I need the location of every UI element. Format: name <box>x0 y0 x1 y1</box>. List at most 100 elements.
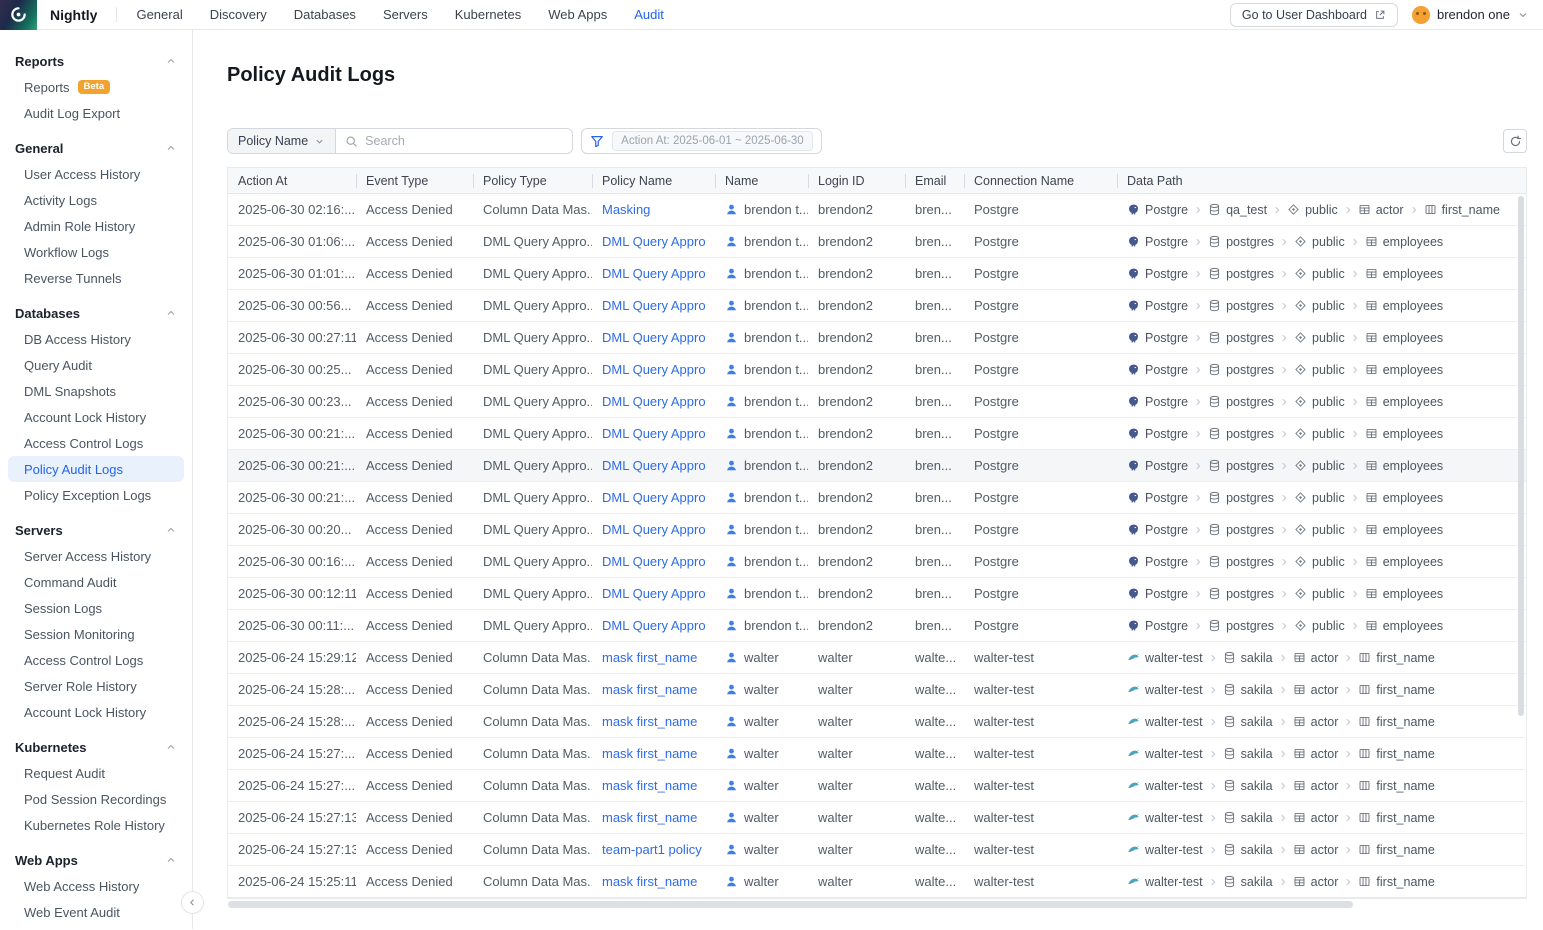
sidebar-section-header-kubernetes[interactable]: Kubernetes <box>0 734 192 760</box>
sidebar-item-workflow-logs[interactable]: Workflow Logs <box>8 239 184 265</box>
sidebar-item-reports[interactable]: Reports Beta <box>8 74 184 100</box>
policy-name-link[interactable]: mask first_name <box>602 650 697 665</box>
table-row[interactable]: 2025-06-24 15:25:11 Access Denied Column… <box>228 866 1526 898</box>
nav-servers[interactable]: Servers <box>383 7 428 22</box>
sidebar-item-command-audit[interactable]: Command Audit <box>8 569 184 595</box>
policy-name-link[interactable]: DML Query Appro... <box>602 618 705 633</box>
refresh-button[interactable] <box>1503 129 1527 153</box>
nav-audit[interactable]: Audit <box>634 7 664 22</box>
policy-name-link[interactable]: Masking <box>602 202 650 217</box>
sidebar-item-session-monitoring[interactable]: Session Monitoring <box>8 621 184 647</box>
policy-name-link[interactable]: DML Query Appro... <box>602 330 705 345</box>
sidebar-section-header-databases[interactable]: Databases <box>0 300 192 326</box>
sidebar-item-access-control-logs[interactable]: Access Control Logs <box>8 430 184 456</box>
table-row[interactable]: 2025-06-24 15:27:13 Access Denied Column… <box>228 802 1526 834</box>
table-row[interactable]: 2025-06-30 02:16:... Access Denied Colum… <box>228 194 1526 226</box>
search-field-selector[interactable]: Policy Name <box>228 129 336 153</box>
policy-name-link[interactable]: DML Query Appro... <box>602 426 705 441</box>
table-row[interactable]: 2025-06-30 00:12:11 Access Denied DML Qu… <box>228 578 1526 610</box>
sidebar-item-policy-audit-logs[interactable]: Policy Audit Logs <box>8 456 184 482</box>
nav-kubernetes[interactable]: Kubernetes <box>455 7 522 22</box>
sidebar-item-policy-exception-logs[interactable]: Policy Exception Logs <box>8 482 184 508</box>
table-row[interactable]: 2025-06-30 01:01:... Access Denied DML Q… <box>228 258 1526 290</box>
sidebar-item-server-role-history[interactable]: Server Role History <box>8 673 184 699</box>
table-row[interactable]: 2025-06-30 00:11:... Access Denied DML Q… <box>228 610 1526 642</box>
table-row[interactable]: 2025-06-30 00:23... Access Denied DML Qu… <box>228 386 1526 418</box>
sidebar-collapse-button[interactable] <box>181 891 204 914</box>
column-header-login-id[interactable]: Login ID <box>808 168 905 193</box>
policy-name-link[interactable]: DML Query Appro... <box>602 298 705 313</box>
user-menu[interactable]: brendon one <box>1412 6 1529 24</box>
column-header-connection-name[interactable]: Connection Name <box>964 168 1117 193</box>
nav-general[interactable]: General <box>136 7 182 22</box>
policy-name-link[interactable]: DML Query Appro... <box>602 362 705 377</box>
sidebar-item-session-logs[interactable]: Session Logs <box>8 595 184 621</box>
sidebar-item-account-lock-history[interactable]: Account Lock History <box>8 404 184 430</box>
sidebar-item-web-access-history[interactable]: Web Access History <box>8 873 184 899</box>
nav-discovery[interactable]: Discovery <box>210 7 267 22</box>
policy-name-link[interactable]: DML Query Appro... <box>602 554 705 569</box>
nav-web-apps[interactable]: Web Apps <box>548 7 607 22</box>
sidebar-item-dml-snapshots[interactable]: DML Snapshots <box>8 378 184 404</box>
policy-name-link[interactable]: mask first_name <box>602 874 697 889</box>
table-row[interactable]: 2025-06-30 00:56... Access Denied DML Qu… <box>228 290 1526 322</box>
column-header-name[interactable]: Name <box>715 168 808 193</box>
filter-funnel-icon[interactable] <box>590 134 604 148</box>
table-row[interactable]: 2025-06-30 00:21:... Access Denied DML Q… <box>228 450 1526 482</box>
table-row[interactable]: 2025-06-24 15:27:13 Access Denied Column… <box>228 834 1526 866</box>
policy-name-link[interactable]: DML Query Appro... <box>602 586 705 601</box>
column-header-action-at[interactable]: Action At <box>228 168 356 193</box>
sidebar-item-pod-session-recordings[interactable]: Pod Session Recordings <box>8 786 184 812</box>
sidebar-item-account-lock-history[interactable]: Account Lock History <box>8 699 184 725</box>
policy-name-link[interactable]: DML Query Appro... <box>602 458 705 473</box>
nav-databases[interactable]: Databases <box>294 7 356 22</box>
table-row[interactable]: 2025-06-24 15:28:... Access Denied Colum… <box>228 706 1526 738</box>
sidebar-item-reverse-tunnels[interactable]: Reverse Tunnels <box>8 265 184 291</box>
policy-name-link[interactable]: DML Query Appro... <box>602 394 705 409</box>
sidebar-item-admin-role-history[interactable]: Admin Role History <box>8 213 184 239</box>
table-row[interactable]: 2025-06-24 15:27:... Access Denied Colum… <box>228 738 1526 770</box>
sidebar-item-server-access-history[interactable]: Server Access History <box>8 543 184 569</box>
horizontal-scrollbar[interactable] <box>227 901 1527 908</box>
policy-name-link[interactable]: DML Query Appro... <box>602 266 705 281</box>
sidebar-section-header-general[interactable]: General <box>0 135 192 161</box>
sidebar-item-query-audit[interactable]: Query Audit <box>8 352 184 378</box>
sidebar-item-web-event-audit[interactable]: Web Event Audit <box>8 899 184 925</box>
column-header-email[interactable]: Email <box>905 168 964 193</box>
table-row[interactable]: 2025-06-30 00:16:... Access Denied DML Q… <box>228 546 1526 578</box>
sidebar-item-request-audit[interactable]: Request Audit <box>8 760 184 786</box>
column-header-data-path[interactable]: Data Path <box>1117 168 1526 193</box>
sidebar-section-header-web-apps[interactable]: Web Apps <box>0 847 192 873</box>
policy-name-link[interactable]: mask first_name <box>602 682 697 697</box>
policy-name-link[interactable]: mask first_name <box>602 714 697 729</box>
policy-name-link[interactable]: mask first_name <box>602 778 697 793</box>
sidebar-section-header-servers[interactable]: Servers <box>0 517 192 543</box>
sidebar-item-user-access-history[interactable]: User Access History <box>8 161 184 187</box>
date-range-filter-chip[interactable]: Action At: 2025-06-01 ~ 2025-06-30 <box>612 131 813 151</box>
table-row[interactable]: 2025-06-24 15:28:... Access Denied Colum… <box>228 674 1526 706</box>
go-to-user-dashboard-button[interactable]: Go to User Dashboard <box>1230 3 1398 27</box>
sidebar-section-header-reports[interactable]: Reports <box>0 48 192 74</box>
search-input[interactable] <box>365 134 563 148</box>
horizontal-scrollbar-thumb[interactable] <box>228 901 1353 908</box>
table-row[interactable]: 2025-06-24 15:29:12 Access Denied Column… <box>228 642 1526 674</box>
table-row[interactable]: 2025-06-24 15:27:... Access Denied Colum… <box>228 770 1526 802</box>
vertical-scrollbar[interactable] <box>1518 196 1524 716</box>
table-row[interactable]: 2025-06-30 00:27:11 Access Denied DML Qu… <box>228 322 1526 354</box>
column-header-event-type[interactable]: Event Type <box>356 168 473 193</box>
policy-name-link[interactable]: DML Query Appro... <box>602 490 705 505</box>
sidebar-item-activity-logs[interactable]: Activity Logs <box>8 187 184 213</box>
column-header-policy-type[interactable]: Policy Type <box>473 168 592 193</box>
sidebar-item-audit-log-export[interactable]: Audit Log Export <box>8 100 184 126</box>
app-logo[interactable] <box>0 0 37 30</box>
policy-name-link[interactable]: mask first_name <box>602 746 697 761</box>
sidebar-item-kubernetes-role-history[interactable]: Kubernetes Role History <box>8 812 184 838</box>
table-row[interactable]: 2025-06-30 00:25... Access Denied DML Qu… <box>228 354 1526 386</box>
table-row[interactable]: 2025-06-30 01:06:... Access Denied DML Q… <box>228 226 1526 258</box>
table-row[interactable]: 2025-06-30 00:21:... Access Denied DML Q… <box>228 418 1526 450</box>
table-row[interactable]: 2025-06-30 00:20... Access Denied DML Qu… <box>228 514 1526 546</box>
policy-name-link[interactable]: DML Query Appro... <box>602 234 705 249</box>
column-header-policy-name[interactable]: Policy Name <box>592 168 715 193</box>
table-row[interactable]: 2025-06-30 00:21:... Access Denied DML Q… <box>228 482 1526 514</box>
policy-name-link[interactable]: mask first_name <box>602 810 697 825</box>
